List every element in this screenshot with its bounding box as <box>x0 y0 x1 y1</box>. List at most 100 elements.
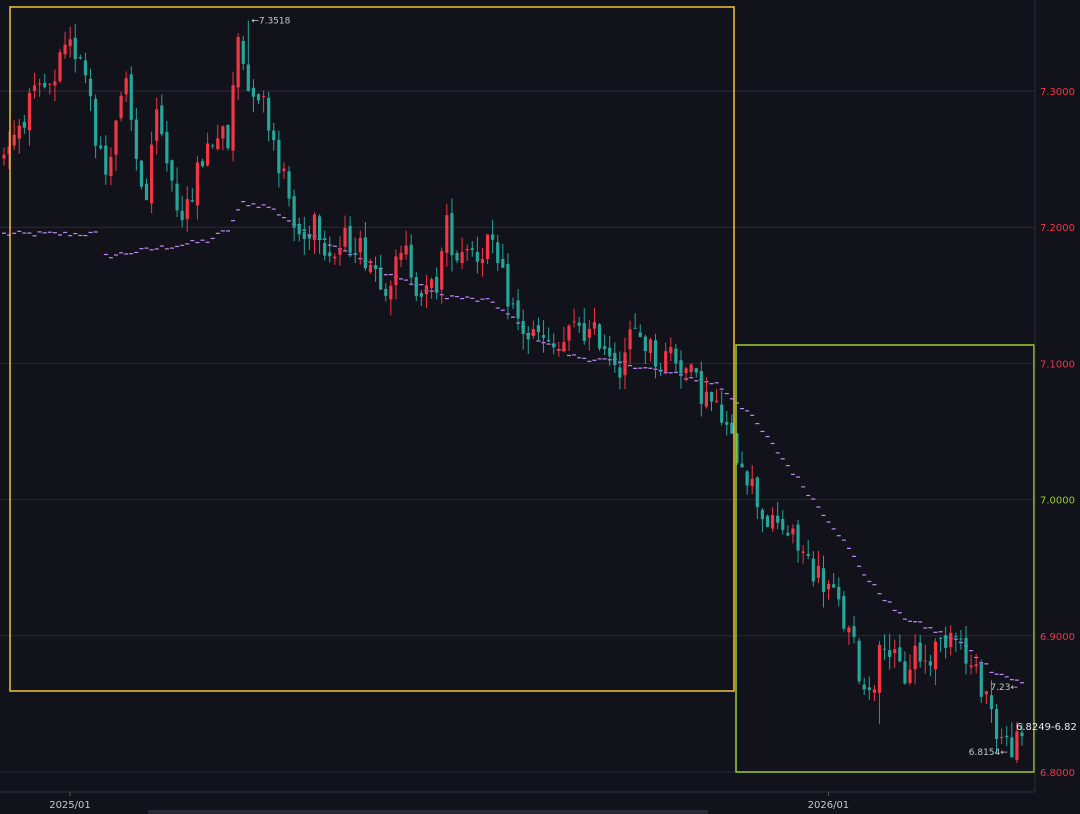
candle-body <box>282 168 286 172</box>
candle-body <box>944 635 948 648</box>
candle-body <box>557 349 561 351</box>
candle-body <box>888 650 892 657</box>
candle-body <box>32 85 37 91</box>
candle-body <box>592 322 597 329</box>
candle-body <box>628 329 632 350</box>
candle-body <box>659 370 663 372</box>
candle-body <box>1020 732 1024 737</box>
price-tick-label: 6.8000 <box>1040 768 1075 779</box>
candle-body <box>114 120 118 155</box>
time-scroll-bar <box>148 810 708 814</box>
candle-body <box>99 145 103 149</box>
candle-body <box>893 649 897 654</box>
price-tick-label: 7.0000 <box>1040 496 1075 507</box>
candle-body <box>521 320 525 334</box>
candle-body <box>368 264 373 273</box>
price-tick-label: 7.3000 <box>1040 87 1075 98</box>
candle-body <box>811 558 815 582</box>
candle-body <box>786 532 790 536</box>
candle-body <box>608 347 612 357</box>
candle-body <box>832 584 836 588</box>
candle-body <box>343 228 347 247</box>
candle-body <box>109 156 113 177</box>
candle-body <box>43 82 47 88</box>
candle-body <box>236 37 240 88</box>
candle-body <box>1000 736 1004 738</box>
candle-body <box>882 648 887 650</box>
candle-body <box>491 234 495 240</box>
candle-body <box>781 518 785 530</box>
candle-body <box>760 509 765 520</box>
candle-body <box>704 391 709 407</box>
candle-body <box>302 231 306 240</box>
last-price-label: 6.8249-6.82 <box>1016 722 1077 733</box>
candle-body <box>170 160 174 181</box>
candle-body <box>536 325 541 333</box>
candle-body <box>969 665 973 668</box>
candle-body <box>496 242 500 264</box>
candle-body <box>933 641 938 670</box>
candle-body <box>572 321 576 323</box>
price-tick-label: 7.2000 <box>1040 223 1075 234</box>
candle-body <box>994 709 999 739</box>
candle-body <box>877 644 882 693</box>
candle-body <box>643 336 647 352</box>
candle-body <box>872 689 876 693</box>
candle-body <box>455 253 459 261</box>
candle-body <box>989 695 994 710</box>
candle-body <box>48 83 52 85</box>
candle-body <box>424 285 429 295</box>
candle-body <box>776 515 780 523</box>
candle-body <box>577 322 581 326</box>
candle-body <box>323 242 327 256</box>
candle-body <box>58 52 62 82</box>
candle-body <box>165 131 169 164</box>
price-tick-label: 6.9000 <box>1040 632 1075 643</box>
candle-body <box>211 145 215 147</box>
candle-body <box>241 41 245 64</box>
time-tick-label: 2025/01 <box>49 800 91 811</box>
candle-body <box>94 98 98 146</box>
price-tick-label: 7.1000 <box>1040 359 1075 370</box>
candle-body <box>363 237 367 269</box>
candle-body <box>307 235 311 239</box>
candle-body <box>587 328 591 338</box>
candle-body <box>251 87 256 97</box>
candle-body <box>954 636 958 638</box>
candle-body <box>328 252 332 257</box>
candle-body <box>358 238 362 253</box>
candle-body <box>725 422 729 425</box>
candle-body <box>857 640 861 682</box>
candle-body <box>231 85 235 151</box>
candle-body <box>679 360 683 374</box>
candle-body <box>445 215 449 253</box>
candle-body <box>653 340 658 367</box>
candle-body <box>949 632 953 648</box>
candle-body <box>903 661 907 684</box>
candle-body <box>373 266 378 269</box>
candle-body <box>816 565 820 578</box>
candle-body <box>480 259 485 264</box>
candle-body <box>470 248 474 251</box>
candle-body <box>185 199 189 220</box>
candle-body <box>567 325 571 341</box>
candle-body <box>918 642 922 662</box>
candle-body <box>129 74 133 120</box>
time-tick-label: 2026/01 <box>808 800 850 811</box>
candle-body <box>144 183 149 201</box>
candle-body <box>511 303 515 305</box>
candle-body <box>516 300 520 319</box>
candle-body <box>669 347 673 354</box>
candle-body <box>475 251 479 262</box>
candle-body <box>562 342 566 352</box>
candle-body <box>68 39 72 47</box>
candle-body <box>384 288 388 296</box>
candle-body <box>913 645 917 670</box>
candle-body <box>837 586 841 600</box>
candle-body <box>821 568 826 592</box>
candle-body <box>379 268 383 290</box>
candle-body <box>256 94 261 101</box>
candle-body <box>531 329 535 337</box>
low-price-label: 6.8154← <box>969 748 1008 758</box>
candle-body <box>770 515 775 529</box>
